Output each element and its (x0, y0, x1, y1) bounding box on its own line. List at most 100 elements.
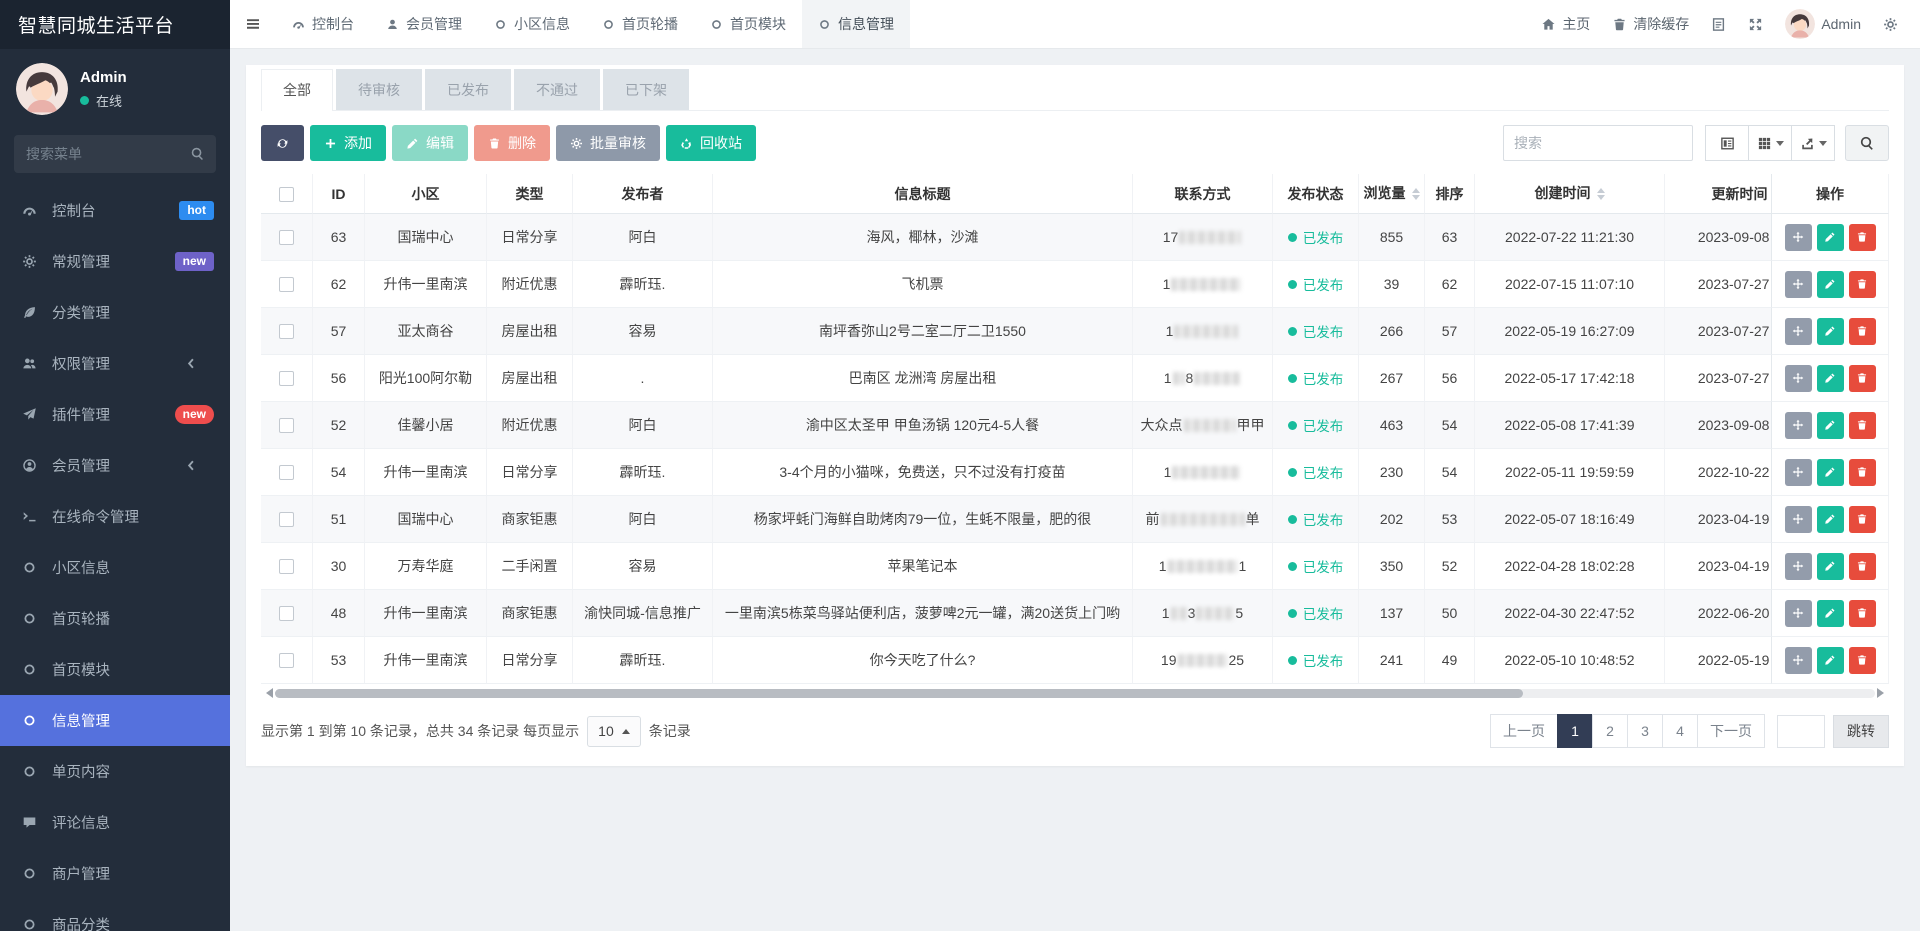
topbar-tab-user[interactable]: 会员管理 (370, 0, 478, 48)
page-button-2[interactable]: 2 (1592, 714, 1628, 748)
recycle-button[interactable]: 回收站 (666, 125, 756, 161)
sidebar-item-info[interactable]: 信息管理 (0, 695, 230, 746)
delete-row-button[interactable] (1849, 365, 1876, 392)
delete-row-button[interactable] (1849, 318, 1876, 345)
topbar-tab-banner[interactable]: 首页轮播 (586, 0, 694, 48)
sidebar-item-member[interactable]: 会员管理 (0, 440, 230, 491)
tab-offline[interactable]: 已下架 (603, 69, 689, 110)
edit-row-button[interactable] (1817, 224, 1844, 251)
language-button[interactable] (1711, 17, 1726, 32)
column-header-views[interactable]: 浏览量 (1359, 174, 1425, 214)
move-row-button[interactable] (1785, 647, 1812, 674)
row-checkbox[interactable] (279, 371, 294, 386)
page-button-4[interactable]: 4 (1662, 714, 1698, 748)
row-checkbox[interactable] (279, 324, 294, 339)
move-row-button[interactable] (1785, 600, 1812, 627)
menu-search-input[interactable] (14, 135, 216, 173)
topbar-tab-dashboard[interactable]: 控制台 (276, 0, 370, 48)
page-button-1[interactable]: 1 (1557, 714, 1593, 748)
move-row-button[interactable] (1785, 506, 1812, 533)
table-row[interactable]: 52佳馨小居附近优惠阿白渝中区太圣甲 甲鱼汤锅 120元4-5人餐大众点甲甲已发… (261, 402, 1889, 449)
sidebar-item-merchant[interactable]: 商户管理 (0, 848, 230, 899)
sidebar-item-command[interactable]: 在线命令管理 (0, 491, 230, 542)
page-size-select[interactable]: 10 (587, 716, 641, 747)
scroll-right-icon[interactable] (1877, 688, 1889, 698)
move-row-button[interactable] (1785, 459, 1812, 486)
table-search-input[interactable] (1503, 125, 1693, 161)
delete-row-button[interactable] (1849, 271, 1876, 298)
edit-row-button[interactable] (1817, 600, 1844, 627)
delete-row-button[interactable] (1849, 459, 1876, 486)
tab-rejected[interactable]: 不通过 (514, 69, 600, 110)
table-row[interactable]: 48升伟一里南滨商家钜惠渝快同城-信息推广一里南滨5栋菜鸟驿站便利店，菠萝啤2元… (261, 590, 1889, 637)
tab-pending[interactable]: 待审核 (336, 69, 422, 110)
table-row[interactable]: 63国瑞中心日常分享阿白海风，椰林，沙滩17已发布855632022-07-22… (261, 214, 1889, 261)
home-link[interactable]: 主页 (1541, 14, 1590, 34)
page-jump-button[interactable]: 跳转 (1833, 715, 1889, 748)
row-checkbox[interactable] (279, 230, 294, 245)
table-row[interactable]: 57亚太商谷房屋出租容易南坪香弥山2号二室二厅二卫15501已发布2665720… (261, 308, 1889, 355)
delete-row-button[interactable] (1849, 647, 1876, 674)
scrollbar-thumb[interactable] (275, 689, 1523, 698)
row-checkbox[interactable] (279, 606, 294, 621)
sidebar-item-goods[interactable]: 商品分类 (0, 899, 230, 931)
columns-button[interactable] (1748, 125, 1792, 161)
delete-row-button[interactable] (1849, 224, 1876, 251)
page-jump-input[interactable] (1777, 715, 1825, 748)
move-row-button[interactable] (1785, 224, 1812, 251)
tab-published[interactable]: 已发布 (425, 69, 511, 110)
table-row[interactable]: 51国瑞中心商家钜惠阿白杨家坪蚝门海鲜自助烤肉79一位，生蚝不限量，肥的很前单已… (261, 496, 1889, 543)
row-checkbox[interactable] (279, 418, 294, 433)
sort-icon[interactable] (1412, 184, 1420, 204)
row-checkbox[interactable] (279, 277, 294, 292)
delete-button[interactable]: 删除 (474, 125, 550, 161)
edit-row-button[interactable] (1817, 271, 1844, 298)
delete-row-button[interactable] (1849, 412, 1876, 439)
sidebar-item-general[interactable]: 常规管理new (0, 236, 230, 287)
row-checkbox[interactable] (279, 512, 294, 527)
row-checkbox[interactable] (279, 559, 294, 574)
edit-row-button[interactable] (1817, 553, 1844, 580)
row-checkbox[interactable] (279, 653, 294, 668)
detail-view-button[interactable] (1705, 125, 1749, 161)
sidebar-item-page[interactable]: 单页内容 (0, 746, 230, 797)
scroll-left-icon[interactable] (261, 688, 273, 698)
move-row-button[interactable] (1785, 553, 1812, 580)
delete-row-button[interactable] (1849, 600, 1876, 627)
horizontal-scrollbar[interactable] (261, 687, 1889, 699)
table-row[interactable]: 30万寿华庭二手闲置容易苹果笔记本11已发布350522022-04-28 18… (261, 543, 1889, 590)
sidebar-item-addon[interactable]: 插件管理new (0, 389, 230, 440)
topbar-profile[interactable]: Admin (1785, 9, 1861, 39)
scrollbar-track[interactable] (275, 689, 1875, 698)
edit-row-button[interactable] (1817, 318, 1844, 345)
add-button[interactable]: 添加 (310, 125, 386, 161)
advanced-search-button[interactable] (1845, 125, 1889, 161)
select-all-checkbox[interactable] (279, 187, 294, 202)
edit-row-button[interactable] (1817, 459, 1844, 486)
table-row[interactable]: 53升伟一里南滨日常分享霹昕珏.你今天吃了什么?1925已发布241492022… (261, 637, 1889, 684)
topbar-tab-community[interactable]: 小区信息 (478, 0, 586, 48)
menu-toggle-button[interactable] (230, 0, 276, 48)
move-row-button[interactable] (1785, 412, 1812, 439)
topbar-tab-info[interactable]: 信息管理 (802, 0, 910, 48)
table-row[interactable]: 54升伟一里南滨日常分享霹昕珏.3-4个月的小猫咪，免费送，只不过没有打疫苗1已… (261, 449, 1889, 496)
sort-icon[interactable] (1597, 184, 1605, 204)
delete-row-button[interactable] (1849, 553, 1876, 580)
table-row[interactable]: 56阳光100阿尔勒房屋出租.巴南区 龙洲湾 房屋出租18已发布26756202… (261, 355, 1889, 402)
move-row-button[interactable] (1785, 271, 1812, 298)
edit-button[interactable]: 编辑 (392, 125, 468, 161)
sidebar-item-category[interactable]: 分类管理 (0, 287, 230, 338)
sidebar-item-comment[interactable]: 评论信息 (0, 797, 230, 848)
sidebar-item-module[interactable]: 首页模块 (0, 644, 230, 695)
column-header-created[interactable]: 创建时间 (1475, 174, 1665, 214)
app-logo[interactable]: 智慧同城生活平台 (0, 0, 230, 49)
edit-row-button[interactable] (1817, 506, 1844, 533)
row-checkbox[interactable] (279, 465, 294, 480)
sidebar-item-auth[interactable]: 权限管理 (0, 338, 230, 389)
edit-row-button[interactable] (1817, 647, 1844, 674)
sidebar-item-dashboard[interactable]: 控制台hot (0, 185, 230, 236)
edit-row-button[interactable] (1817, 365, 1844, 392)
prev-page-button[interactable]: 上一页 (1490, 714, 1558, 748)
delete-row-button[interactable] (1849, 506, 1876, 533)
move-row-button[interactable] (1785, 365, 1812, 392)
